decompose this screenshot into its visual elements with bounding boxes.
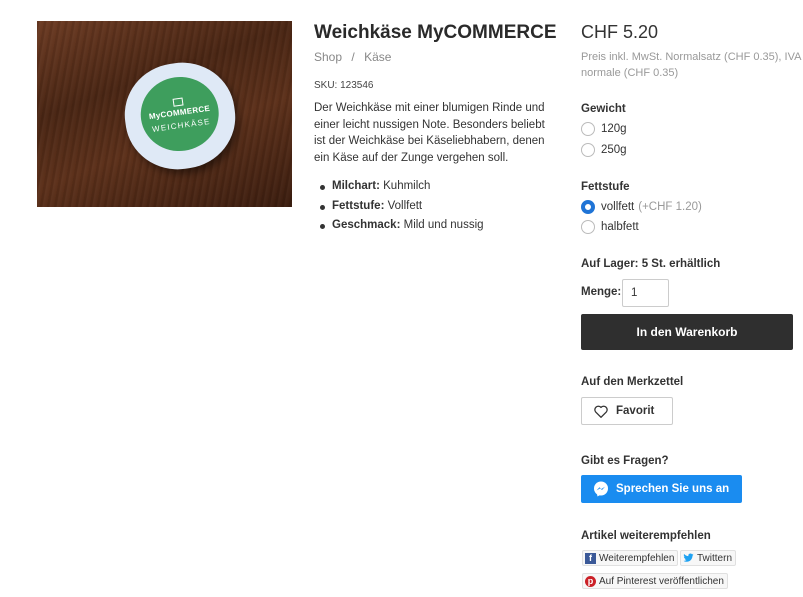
favorite-button[interactable]: Favorit	[581, 397, 673, 425]
weight-option-250g[interactable]: 250g	[581, 143, 627, 157]
weight-label: Gewicht	[581, 103, 626, 115]
heart-icon	[594, 405, 608, 418]
radio-button[interactable]	[581, 143, 595, 157]
favorite-label: Favorit	[616, 405, 655, 417]
breadcrumb-separator: /	[351, 50, 355, 64]
facebook-share-button[interactable]: f Weiterempfehlen	[582, 550, 679, 566]
fat-option-vollfett[interactable]: vollfett (+CHF 1.20)	[581, 200, 702, 214]
fat-option-halbfett[interactable]: halbfett	[581, 220, 639, 234]
feature-item: Milchart: Kuhmilch	[318, 180, 484, 200]
messenger-label: Sprechen Sie uns an	[616, 483, 730, 495]
pinterest-icon: p	[585, 575, 596, 587]
feature-value: Vollfett	[384, 199, 423, 212]
pinterest-share-button[interactable]: p Auf Pinterest veröffentlichen	[582, 573, 728, 589]
messenger-icon	[594, 481, 608, 497]
product-price: CHF 5.20	[581, 22, 659, 42]
share-label: Artikel weiterempfehlen	[581, 530, 711, 542]
facebook-share-label: Weiterempfehlen	[599, 552, 675, 564]
feature-label: Fettstufe	[332, 199, 381, 212]
fat-label: Fettstufe	[581, 181, 630, 193]
twitter-share-button[interactable]: Twittern	[680, 550, 737, 566]
feature-value: Kuhmilch	[379, 180, 431, 192]
option-label: halbfett	[601, 221, 639, 233]
quantity-input[interactable]	[622, 279, 669, 307]
option-surcharge: (+CHF 1.20)	[638, 201, 702, 213]
twitter-icon	[683, 553, 694, 564]
breadcrumb-shop[interactable]: Shop	[314, 50, 342, 64]
radio-button-selected[interactable]	[581, 200, 595, 214]
product-image[interactable]: MyCOMMERCE WEICHKÄSE	[37, 21, 292, 207]
twitter-share-label: Twittern	[697, 552, 733, 564]
pinterest-share-label: Auf Pinterest veröffentlichen	[599, 575, 724, 587]
quantity-label: Menge:	[581, 286, 622, 298]
wishlist-label: Auf den Merkzettel	[581, 376, 684, 388]
questions-label: Gibt es Fragen?	[581, 455, 669, 467]
radio-button[interactable]	[581, 220, 595, 234]
feature-item: Geschmack: Mild und nussig	[318, 219, 484, 239]
stock-status: Auf Lager: 5 St. erhältlich	[581, 258, 721, 270]
option-label: 250g	[601, 144, 627, 156]
weight-option-120g[interactable]: 120g	[581, 122, 627, 136]
box-logo-icon	[172, 97, 184, 107]
add-to-cart-button[interactable]: In den Warenkorb	[581, 314, 793, 350]
breadcrumb-category[interactable]: Käse	[364, 50, 391, 64]
breadcrumb: Shop / Käse	[314, 50, 397, 64]
price-tax-note: Preis inkl. MwSt. Normalsatz (CHF 0.35),…	[581, 51, 801, 79]
feature-value: Mild und nussig	[400, 219, 484, 231]
facebook-icon: f	[585, 552, 596, 564]
feature-label: Milchart	[332, 180, 377, 192]
option-label: vollfett	[601, 201, 635, 213]
option-label: 120g	[601, 123, 627, 135]
radio-button[interactable]	[581, 122, 595, 136]
product-description: Der Weichkäse mit einer blumigen Rinde u…	[314, 102, 545, 164]
product-sku: SKU: 123546	[314, 80, 374, 91]
product-title: Weichkäse MyCOMMERCE	[314, 22, 557, 43]
feature-label: Geschmack	[332, 219, 397, 231]
feature-item: Fettstufe: Vollfett	[318, 200, 484, 220]
messenger-chat-button[interactable]: Sprechen Sie uns an	[581, 475, 742, 503]
cheese-label: MyCOMMERCE WEICHKÄSE	[135, 71, 224, 157]
feature-list: Milchart: Kuhmilch Fettstufe: Vollfett G…	[318, 180, 484, 239]
